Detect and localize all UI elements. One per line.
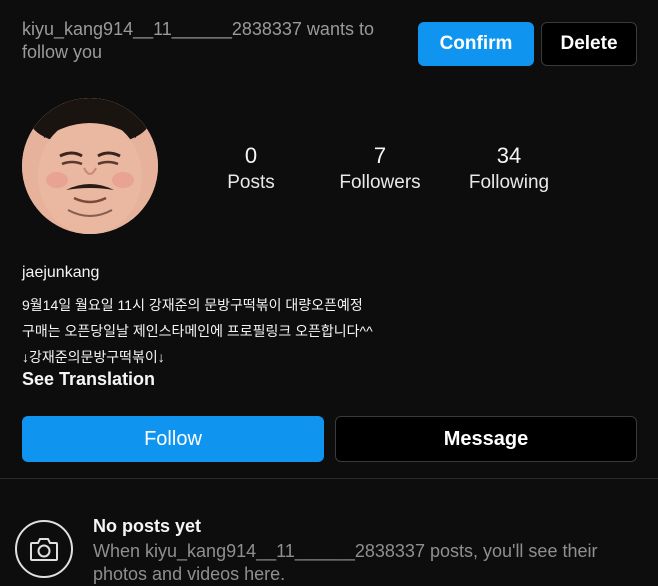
message-button[interactable]: Message — [335, 416, 637, 462]
empty-state-description: When kiyu_kang914__11______2838337 posts… — [93, 541, 598, 584]
posts-count: 0 — [244, 143, 258, 168]
following-count: 34 — [496, 143, 522, 168]
followers-count: 7 — [373, 143, 387, 168]
avatar[interactable] — [22, 98, 158, 234]
bio-line: ↓강재준의문방구떡볶이↓ — [22, 349, 165, 365]
following-stat[interactable]: 34 Following — [449, 142, 569, 196]
divider — [0, 478, 658, 479]
posts-stat[interactable]: 0 Posts — [191, 142, 311, 196]
confirm-button[interactable]: Confirm — [418, 22, 534, 66]
bio-line: 구매는 오픈당일날 제인스타메인에 프로필링크 오픈합니다^^ — [22, 323, 373, 339]
following-label: Following — [468, 172, 550, 193]
profile-bio: 9월14일 월요일 11시 강재준의 문방구떡볶이 대량오픈예정 구매는 오픈당… — [22, 292, 373, 370]
followers-label: Followers — [339, 172, 421, 193]
delete-button[interactable]: Delete — [541, 22, 637, 66]
profile-username: jaejunkang — [22, 264, 100, 281]
camera-icon — [30, 538, 58, 561]
follow-request-bar: kiyu_kang914__11______2838337 wants to f… — [0, 0, 658, 84]
follow-button[interactable]: Follow — [22, 416, 324, 462]
follow-request-text: kiyu_kang914__11______2838337 wants to f… — [22, 19, 374, 62]
see-translation-link[interactable]: See Translation — [22, 369, 155, 390]
bio-line: 9월14일 월요일 11시 강재준의 문방구떡볶이 대량오픈예정 — [22, 297, 363, 313]
camera-icon-circle — [15, 520, 73, 578]
followers-stat[interactable]: 7 Followers — [320, 142, 440, 196]
posts-label: Posts — [227, 172, 275, 193]
profile-photo-icon — [22, 98, 158, 234]
empty-state-title: No posts yet — [93, 516, 202, 536]
